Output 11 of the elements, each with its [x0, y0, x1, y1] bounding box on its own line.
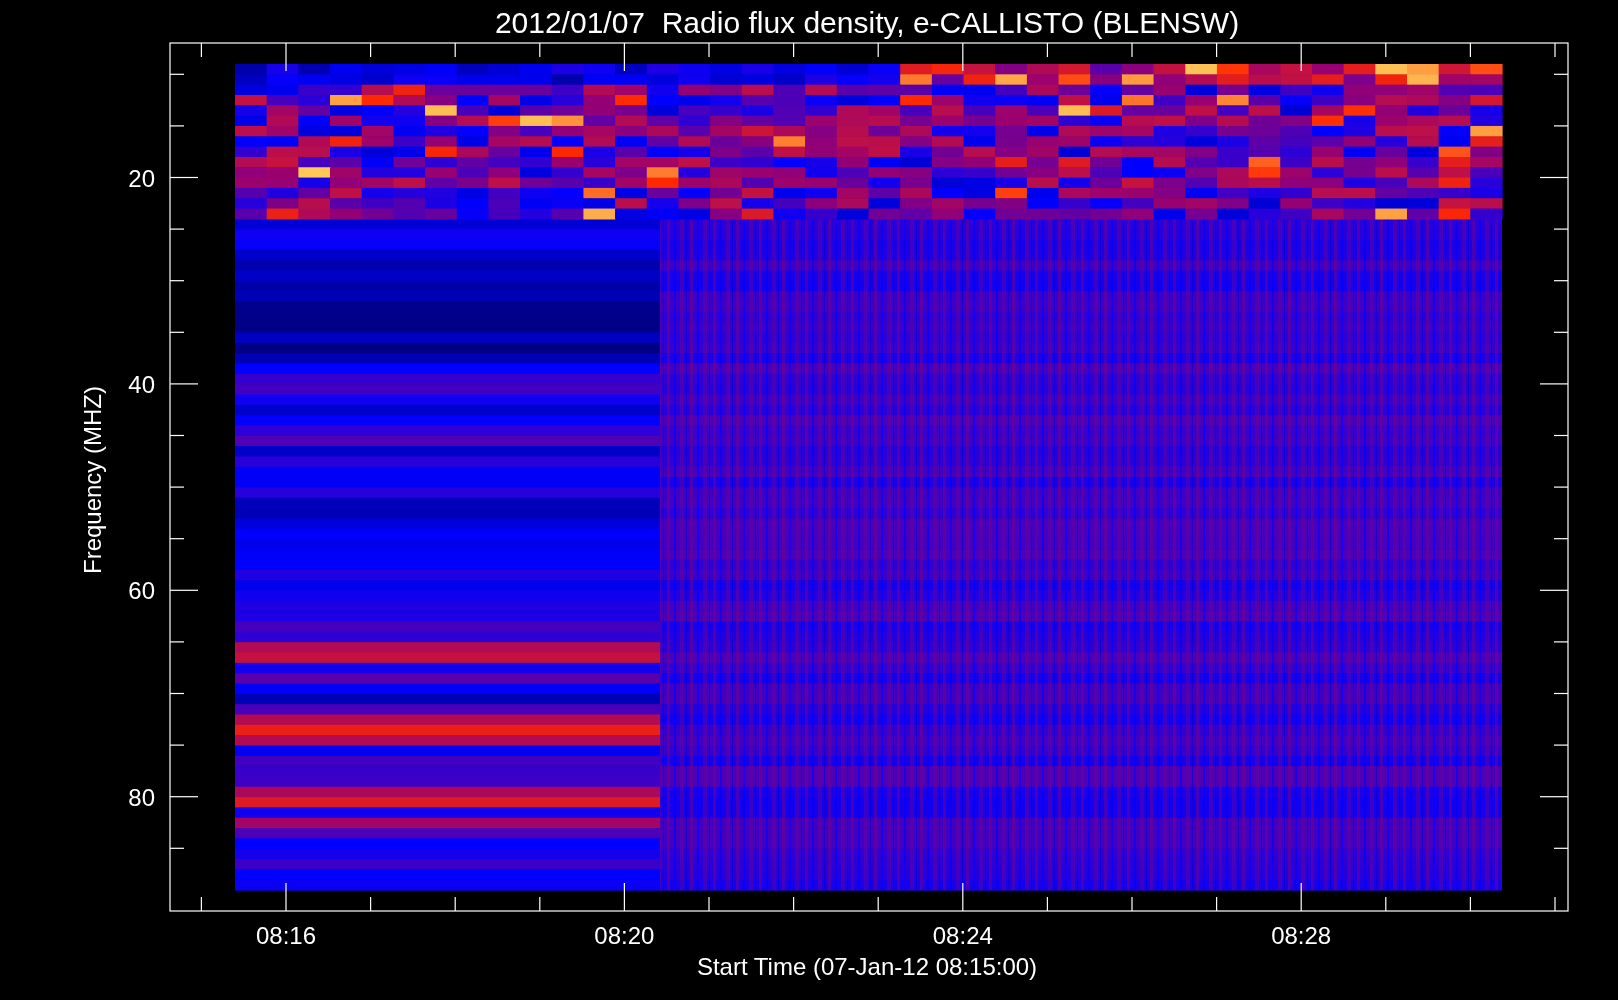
y-tick-label: 60: [128, 577, 155, 605]
x-tick-label: 08:28: [1271, 922, 1332, 949]
y-tick-label: 40: [128, 370, 155, 398]
x-axis-label: Start Time (07-Jan-12 08:15:00): [696, 953, 1038, 980]
x-tick-label: 08:16: [255, 922, 317, 949]
x-tick-label: 08:24: [932, 922, 993, 949]
y-axis-label: Frequency (MHZ): [79, 386, 106, 574]
y-tick-label: 80: [128, 783, 155, 811]
plot-title: 2012/01/07 Radio flux density, e-CALLISTO (BLENSW): [494, 6, 1240, 39]
x-tick-label: 08:20: [594, 922, 655, 949]
y-tick-label: 20: [128, 164, 155, 192]
